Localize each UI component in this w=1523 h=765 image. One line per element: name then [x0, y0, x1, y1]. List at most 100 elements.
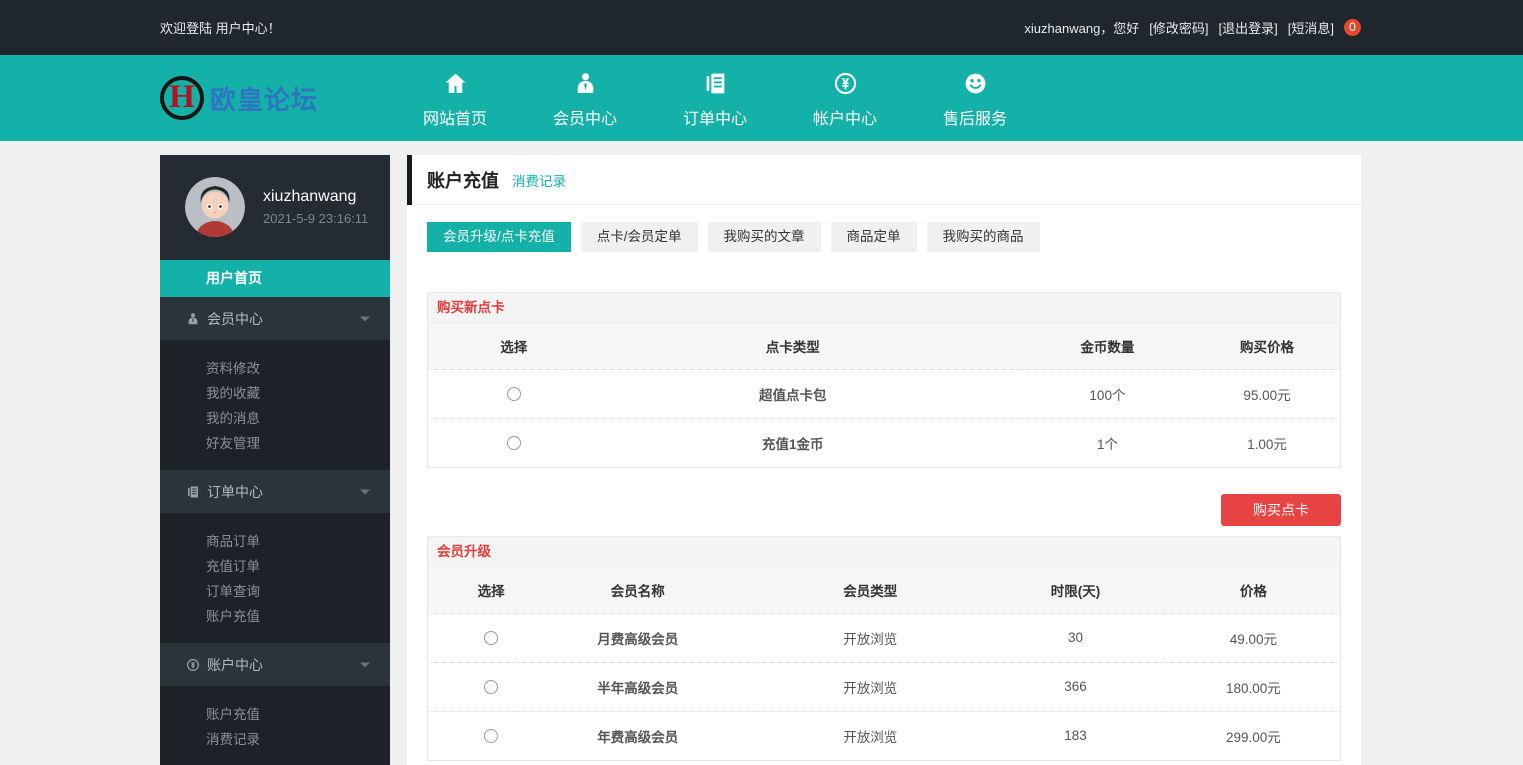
sidebar-group-member-center[interactable]: 会员中心 — [160, 297, 390, 340]
card-type-cell: 超值点卡包 — [565, 369, 1021, 418]
top-nav: 网站首页 会员中心 订单中心 帐户中心 售后服务 — [390, 67, 1040, 129]
member-type-cell: 开放浏览 — [756, 711, 984, 760]
nav-order-center[interactable]: 订单中心 — [650, 67, 780, 129]
orders-icon — [186, 485, 200, 499]
page-title: 账户充值 — [427, 167, 499, 193]
price-cell: 49.00元 — [1167, 613, 1340, 662]
buy-button-row: 购买点卡 — [427, 494, 1341, 526]
tab-bar: 会员升级/点卡充值 点卡/会员定单 我购买的文章 商品定单 我购买的商品 — [407, 205, 1361, 252]
member-upgrade-table: 选择 会员名称 会员类型 时限(天) 价格 月费高级会员 开放浏览 — [428, 567, 1340, 760]
chevron-down-icon — [360, 316, 370, 321]
upgrade-radio[interactable] — [484, 680, 498, 694]
sidebar-group-label: 账户中心 — [207, 655, 263, 675]
point-card-rows: 超值点卡包 100个 95.00元 充值1金币 1个 1.00元 — [428, 369, 1340, 467]
account-icon — [833, 71, 858, 96]
buy-point-card-button[interactable]: 购买点卡 — [1221, 494, 1341, 526]
consumption-record-link[interactable]: 消费记录 — [512, 170, 566, 190]
logout-link[interactable]: [退出登录] — [1219, 18, 1278, 37]
sidebar-subitem[interactable]: 商品订单 — [160, 529, 390, 554]
page-title-row: 账户充值 消费记录 — [407, 155, 1361, 205]
point-card-heading: 购买新点卡 — [428, 293, 1340, 323]
upgrade-radio[interactable] — [484, 729, 498, 743]
nav-label: 帐户中心 — [813, 105, 877, 129]
table-row: 年费高级会员 开放浏览 183 299.00元 — [428, 711, 1340, 760]
member-upgrade-section: 会员升级 选择 会员名称 会员类型 时限(天) 价格 — [427, 536, 1341, 761]
price-cell: 180.00元 — [1167, 662, 1340, 711]
sidebar-subitem[interactable]: 我的收藏 — [160, 381, 390, 406]
profile-block: xiuzhanwang 2021-5-9 23:16:11 — [160, 155, 390, 260]
page-body: xiuzhanwang 2021-5-9 23:16:11 用户首页 会员中心 … — [0, 141, 1523, 765]
sidebar-subitem[interactable]: 消费记录 — [160, 727, 390, 752]
price-cell: 299.00元 — [1167, 711, 1340, 760]
card-type-cell: 充值1金币 — [565, 418, 1021, 467]
member-upgrade-heading: 会员升级 — [428, 537, 1340, 567]
profile-info: xiuzhanwang 2021-5-9 23:16:11 — [263, 188, 368, 226]
main-content: 账户充值 消费记录 会员升级/点卡充值 点卡/会员定单 我购买的文章 商品定单 … — [407, 155, 1361, 765]
welcome-text: 欢迎登陆 用户中心！ — [160, 18, 281, 37]
account-icon — [186, 658, 200, 672]
profile-username: xiuzhanwang — [263, 188, 368, 206]
account-submenu: 账户充值消费记录 — [160, 686, 390, 765]
sidebar-subitem[interactable]: 订单查询 — [160, 579, 390, 604]
sidebar-subitem[interactable]: 账户充值 — [160, 702, 390, 727]
tab-card-member-orders[interactable]: 点卡/会员定单 — [581, 222, 698, 252]
tab-product-orders[interactable]: 商品定单 — [831, 222, 917, 252]
nav-label: 网站首页 — [423, 105, 487, 129]
col-days: 时限(天) — [984, 567, 1166, 613]
col-select: 选择 — [428, 567, 519, 613]
sidebar-subitem[interactable]: 好友管理 — [160, 431, 390, 456]
topbar: 欢迎登陆 用户中心！ xiuzhanwang，您好 [修改密码] [退出登录] … — [0, 0, 1523, 55]
point-card-radio[interactable] — [507, 436, 521, 450]
tab-purchased-articles[interactable]: 我购买的文章 — [708, 222, 821, 252]
change-password-link[interactable]: [修改密码] — [1149, 18, 1208, 37]
price-cell: 95.00元 — [1194, 369, 1340, 418]
days-cell: 183 — [984, 711, 1166, 760]
member-name-cell: 半年高级会员 — [519, 662, 756, 711]
chevron-down-icon — [360, 489, 370, 494]
logo-ring-icon: H — [160, 76, 204, 120]
table-row: 充值1金币 1个 1.00元 — [428, 418, 1340, 467]
user-greeting: xiuzhanwang，您好 — [1024, 18, 1139, 37]
table-row: 月费高级会员 开放浏览 30 49.00元 — [428, 613, 1340, 662]
nav-account-center[interactable]: 帐户中心 — [780, 67, 910, 129]
price-cell: 1.00元 — [1194, 418, 1340, 467]
sidebar-subitem[interactable]: 充值订单 — [160, 554, 390, 579]
nav-label: 会员中心 — [553, 105, 617, 129]
profile-datetime: 2021-5-9 23:16:11 — [263, 211, 368, 226]
sidebar-group-account-center[interactable]: 账户中心 — [160, 643, 390, 686]
service-icon — [963, 71, 988, 96]
upgrade-radio[interactable] — [484, 631, 498, 645]
sidebar-subitem[interactable]: 资料修改 — [160, 356, 390, 381]
orders-icon — [703, 71, 728, 96]
member-type-cell: 开放浏览 — [756, 662, 984, 711]
nav-label: 订单中心 — [683, 105, 747, 129]
table-header-row: 选择 点卡类型 金币数量 购买价格 — [428, 323, 1340, 369]
sidebar-item-user-home[interactable]: 用户首页 — [160, 260, 390, 297]
tab-purchased-products[interactable]: 我购买的商品 — [927, 222, 1040, 252]
nav-after-sales[interactable]: 售后服务 — [910, 67, 1040, 129]
table-header-row: 选择 会员名称 会员类型 时限(天) 价格 — [428, 567, 1340, 613]
logo-text: 欧皇论坛 — [210, 80, 318, 117]
message-count-badge[interactable]: 0 — [1344, 19, 1361, 36]
sidebar-group-label: 订单中心 — [207, 482, 263, 502]
sidebar-group-order-center[interactable]: 订单中心 — [160, 470, 390, 513]
days-cell: 30 — [984, 613, 1166, 662]
nav-home[interactable]: 网站首页 — [390, 67, 520, 129]
home-icon — [443, 71, 468, 96]
sidebar-subitem[interactable]: 我的消息 — [160, 406, 390, 431]
member-upgrade-rows: 月费高级会员 开放浏览 30 49.00元 半年高级会员 开放浏览 366 18… — [428, 613, 1340, 760]
sidebar-subitem[interactable]: 账户充值 — [160, 604, 390, 629]
point-card-table: 选择 点卡类型 金币数量 购买价格 超值点卡包 100个 95.00元 — [428, 323, 1340, 467]
col-price: 价格 — [1167, 567, 1340, 613]
point-card-radio[interactable] — [507, 387, 521, 401]
site-logo[interactable]: H 欧皇论坛 — [160, 76, 390, 120]
col-member-name: 会员名称 — [519, 567, 756, 613]
nav-member-center[interactable]: 会员中心 — [520, 67, 650, 129]
messages-link[interactable]: [短消息] — [1288, 18, 1334, 37]
tab-member-upgrade-recharge[interactable]: 会员升级/点卡充值 — [427, 222, 571, 252]
member-icon — [573, 71, 598, 96]
member-type-cell: 开放浏览 — [756, 613, 984, 662]
col-card-type: 点卡类型 — [565, 323, 1021, 369]
main-header: H 欧皇论坛 网站首页 会员中心 订单中心 帐户中心 售后服务 — [0, 55, 1523, 141]
title-accent-bar — [407, 155, 412, 205]
